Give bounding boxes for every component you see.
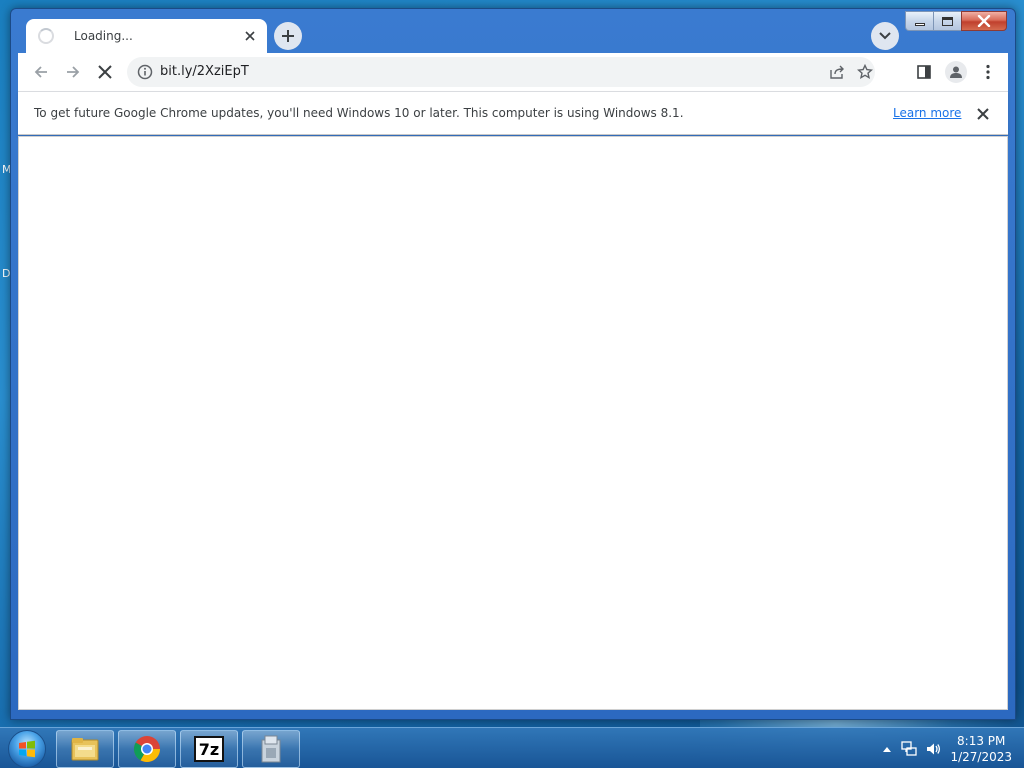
- address-bar[interactable]: bit.ly/2XziEpT: [127, 57, 875, 87]
- url-text[interactable]: bit.ly/2XziEpT: [160, 64, 249, 79]
- minimize-icon: [914, 22, 925, 26]
- infobar-close-button[interactable]: [973, 104, 993, 124]
- side-panel-icon: [917, 65, 931, 79]
- taskbar: 7z 8:13 PM 1/27/2023: [0, 727, 1024, 768]
- show-hidden-icons-button[interactable]: [878, 740, 896, 758]
- back-button[interactable]: [27, 58, 55, 86]
- taskbar-file-explorer[interactable]: [56, 730, 114, 768]
- chevron-down-icon: [879, 32, 891, 40]
- taskbar-chrome[interactable]: [118, 730, 176, 768]
- start-button[interactable]: [8, 730, 46, 768]
- maximize-icon: [942, 16, 953, 26]
- close-window-button[interactable]: [961, 11, 1007, 31]
- minimize-button[interactable]: [905, 11, 933, 31]
- bookmark-button[interactable]: [855, 62, 875, 82]
- avatar: [945, 61, 967, 83]
- loading-spinner-icon: [38, 28, 54, 44]
- update-infobar: To get future Google Chrome updates, you…: [18, 91, 1008, 135]
- learn-more-link[interactable]: Learn more: [893, 106, 961, 120]
- plus-icon: [282, 30, 294, 42]
- system-tray: 8:13 PM 1/27/2023: [874, 728, 1024, 768]
- browser-tab[interactable]: Loading...: [26, 19, 267, 53]
- star-icon: [857, 64, 873, 79]
- speaker-icon: [927, 743, 941, 755]
- arrow-left-icon: [34, 66, 47, 78]
- more-vertical-icon: [986, 64, 990, 80]
- taskbar-installer[interactable]: [242, 730, 300, 768]
- folder-icon: [71, 738, 99, 761]
- taskbar-clock[interactable]: 8:13 PM 1/27/2023: [950, 733, 1012, 765]
- close-icon: [977, 108, 989, 120]
- chevron-up-icon: [883, 747, 891, 752]
- clock-time: 8:13 PM: [957, 734, 1006, 748]
- 7zip-icon: 7z: [194, 736, 224, 762]
- network-button[interactable]: [900, 740, 918, 758]
- installer-icon: [261, 735, 281, 763]
- tab-search-button[interactable]: [871, 22, 899, 50]
- share-icon: [830, 65, 844, 79]
- arrow-right-icon: [67, 66, 80, 78]
- chrome-menu-button[interactable]: [974, 58, 1002, 86]
- chrome-window: Loading... bit.ly/2XziEpT To get future …: [10, 8, 1016, 720]
- browser-toolbar: bit.ly/2XziEpT: [18, 53, 1008, 91]
- share-button[interactable]: [827, 62, 847, 82]
- taskbar-7zip[interactable]: 7z: [180, 730, 238, 768]
- chrome-logo-icon: [133, 736, 161, 763]
- stop-loading-button[interactable]: [91, 58, 119, 86]
- maximize-button[interactable]: [933, 11, 961, 31]
- forward-button[interactable]: [59, 58, 87, 86]
- person-icon: [950, 66, 962, 78]
- stop-icon: [98, 65, 112, 79]
- tab-close-button[interactable]: [241, 27, 259, 45]
- site-info-button[interactable]: [137, 64, 153, 84]
- network-icon: [901, 741, 917, 756]
- new-tab-button[interactable]: [274, 22, 302, 50]
- side-panel-button[interactable]: [910, 58, 938, 86]
- info-icon: [137, 64, 153, 80]
- volume-button[interactable]: [924, 740, 942, 758]
- caption-buttons: [905, 11, 1007, 31]
- close-icon: [245, 31, 255, 41]
- profile-button[interactable]: [942, 58, 970, 86]
- windows-logo-icon: [19, 740, 35, 758]
- infobar-message: To get future Google Chrome updates, you…: [34, 106, 684, 120]
- close-icon: [977, 15, 991, 27]
- page-content: [18, 136, 1008, 710]
- clock-date: 1/27/2023: [950, 750, 1012, 764]
- tab-title: Loading...: [74, 29, 133, 43]
